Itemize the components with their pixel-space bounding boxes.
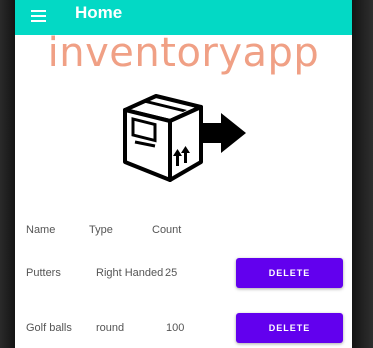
- page-title: Home: [75, 3, 123, 22]
- item-count: 25: [165, 267, 178, 279]
- column-header-name: Name: [26, 224, 56, 236]
- item-name: Putters: [26, 267, 61, 279]
- column-header-type: Type: [89, 224, 113, 236]
- column-header-count: Count: [152, 224, 182, 236]
- app-screen: Home inventoryapp Name Type Count Putter…: [15, 0, 352, 348]
- hamburger-menu-icon[interactable]: [29, 7, 49, 25]
- delete-button[interactable]: DELETE: [236, 313, 343, 343]
- delete-button[interactable]: DELETE: [236, 258, 343, 288]
- item-type: Right Handed: [96, 267, 164, 279]
- logo-text: inventoryapp: [47, 30, 320, 76]
- item-type: round: [96, 322, 125, 334]
- item-name: Golf balls: [26, 322, 72, 334]
- device-bezel-right: [352, 0, 373, 348]
- box-arrow-icon: [123, 94, 246, 182]
- item-count: 100: [166, 322, 185, 334]
- device-bezel-left: [0, 0, 15, 348]
